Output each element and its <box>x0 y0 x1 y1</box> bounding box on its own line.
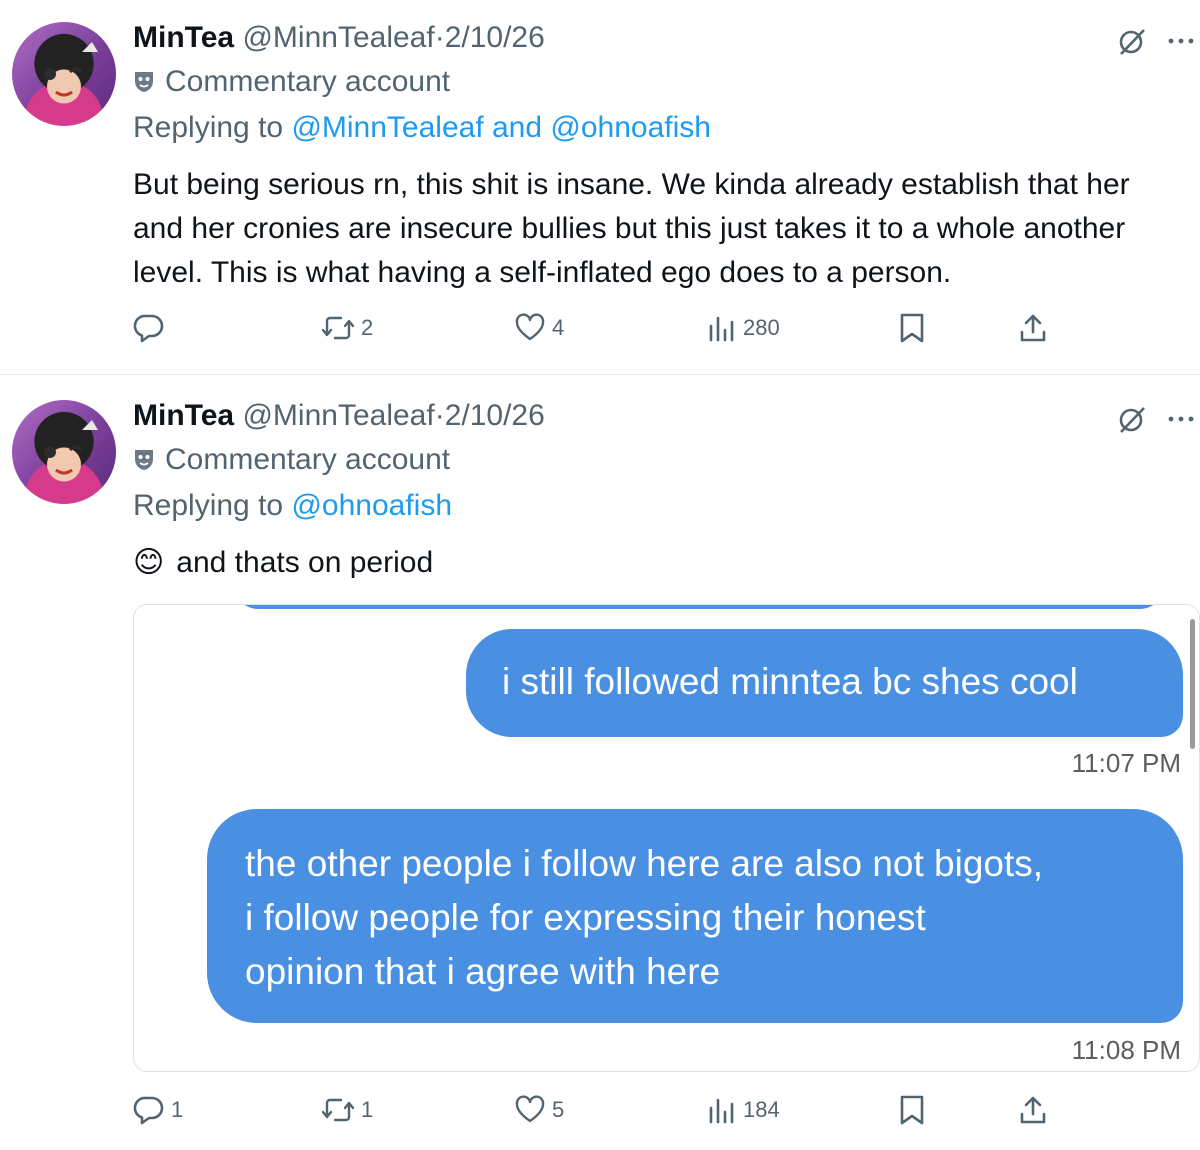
author-line: MinTea @MinnTealeaf·2/10/26 <box>133 20 545 56</box>
message-line: i follow people for expressing their hon… <box>245 897 926 938</box>
views-icon <box>709 316 734 342</box>
commentary-mask-icon <box>133 445 159 481</box>
reply-icon <box>133 314 164 343</box>
like-count: 4 <box>552 315 565 340</box>
avatar[interactable] <box>12 400 116 504</box>
repost-button[interactable]: 2 <box>321 310 373 346</box>
like-button[interactable]: 4 <box>514 310 564 346</box>
message-line: opinion that i agree with here <box>245 951 721 992</box>
bookmark-icon <box>900 1095 924 1125</box>
repost-count: 1 <box>361 1097 374 1122</box>
repost-icon <box>321 1098 355 1122</box>
message-bubble: i still followed minntea bc shes cool <box>466 629 1183 737</box>
share-icon <box>1020 1096 1046 1124</box>
views-button[interactable]: 184 <box>707 1092 780 1128</box>
timestamp[interactable]: 2/10/26 <box>445 399 545 432</box>
timestamp[interactable]: 2/10/26 <box>445 21 545 54</box>
message-time: 11:08 PM <box>1071 1035 1181 1065</box>
bookmark-button[interactable] <box>898 1092 926 1128</box>
reply-button[interactable] <box>133 310 171 346</box>
replying-prefix: Replying to <box>133 489 292 522</box>
avatar[interactable] <box>12 22 116 126</box>
grok-icon[interactable] <box>1117 404 1147 434</box>
like-button[interactable]: 5 <box>514 1092 564 1128</box>
message-text: i still followed minntea bc shes cool <box>502 661 1078 702</box>
message-time: 11:07 PM <box>1071 748 1181 778</box>
author-line: MinTea @MinnTealeaf·2/10/26 <box>133 398 545 434</box>
message-line: the other people i follow here are also … <box>245 843 1044 884</box>
replying-targets[interactable]: @MinnTealeaf and @ohnoafish <box>291 111 711 144</box>
repost-count: 2 <box>361 315 374 340</box>
handle[interactable]: @MinnTealeaf <box>242 21 434 54</box>
action-bar: 1 1 5 184 <box>133 1092 1200 1128</box>
display-name[interactable]: MinTea <box>133 21 234 54</box>
message-bubble-partial <box>234 605 1164 609</box>
account-label-text: Commentary account <box>165 443 451 476</box>
handle[interactable]: @MinnTealeaf <box>242 399 434 432</box>
share-button[interactable] <box>1018 310 1048 346</box>
like-icon <box>515 1095 545 1123</box>
repost-button[interactable]: 1 <box>321 1092 373 1128</box>
commentary-mask-icon <box>133 67 159 103</box>
like-icon <box>515 313 545 341</box>
tweet-text: But being serious rn, this shit is insan… <box>133 168 1130 289</box>
views-button[interactable]: 280 <box>707 310 780 346</box>
views-count: 184 <box>743 1097 780 1122</box>
views-icon <box>709 1098 734 1124</box>
bookmark-icon <box>900 313 924 343</box>
more-icon[interactable] <box>1166 404 1196 434</box>
like-count: 5 <box>552 1097 565 1122</box>
more-icon[interactable] <box>1166 26 1196 56</box>
tweet-divider <box>0 374 1200 375</box>
replying-to: Replying to @ohnoafish <box>133 488 452 524</box>
share-button[interactable] <box>1018 1092 1048 1128</box>
message-bubble: the other people i follow here are also … <box>207 809 1183 1023</box>
share-icon <box>1020 314 1046 342</box>
smile-emoji-icon: 😊 <box>133 546 165 579</box>
account-label: Commentary account <box>133 64 450 103</box>
views-count: 280 <box>743 315 780 340</box>
replying-prefix: Replying to <box>133 111 292 144</box>
display-name[interactable]: MinTea <box>133 399 234 432</box>
tweet-text-content: and thats on period <box>176 546 434 579</box>
replying-targets[interactable]: @ohnoafish <box>291 489 452 522</box>
account-label: Commentary account <box>133 442 450 481</box>
action-bar: 2 4 280 <box>133 310 1200 346</box>
repost-icon <box>321 316 355 340</box>
reply-button[interactable]: 1 <box>133 1092 183 1128</box>
separator: · <box>434 21 445 54</box>
grok-icon[interactable] <box>1117 26 1147 56</box>
bookmark-button[interactable] <box>898 310 926 346</box>
replying-to: Replying to @MinnTealeaf and @ohnoafish <box>133 110 711 146</box>
image-scrollbar <box>1190 619 1195 749</box>
tweet-text: 😊 and thats on period <box>133 541 1173 585</box>
account-label-text: Commentary account <box>165 65 451 98</box>
reply-count: 1 <box>171 1097 184 1122</box>
attached-image[interactable]: i still followed minntea bc shes cool 11… <box>133 604 1200 1072</box>
separator: · <box>434 399 445 432</box>
reply-icon <box>133 1096 164 1125</box>
